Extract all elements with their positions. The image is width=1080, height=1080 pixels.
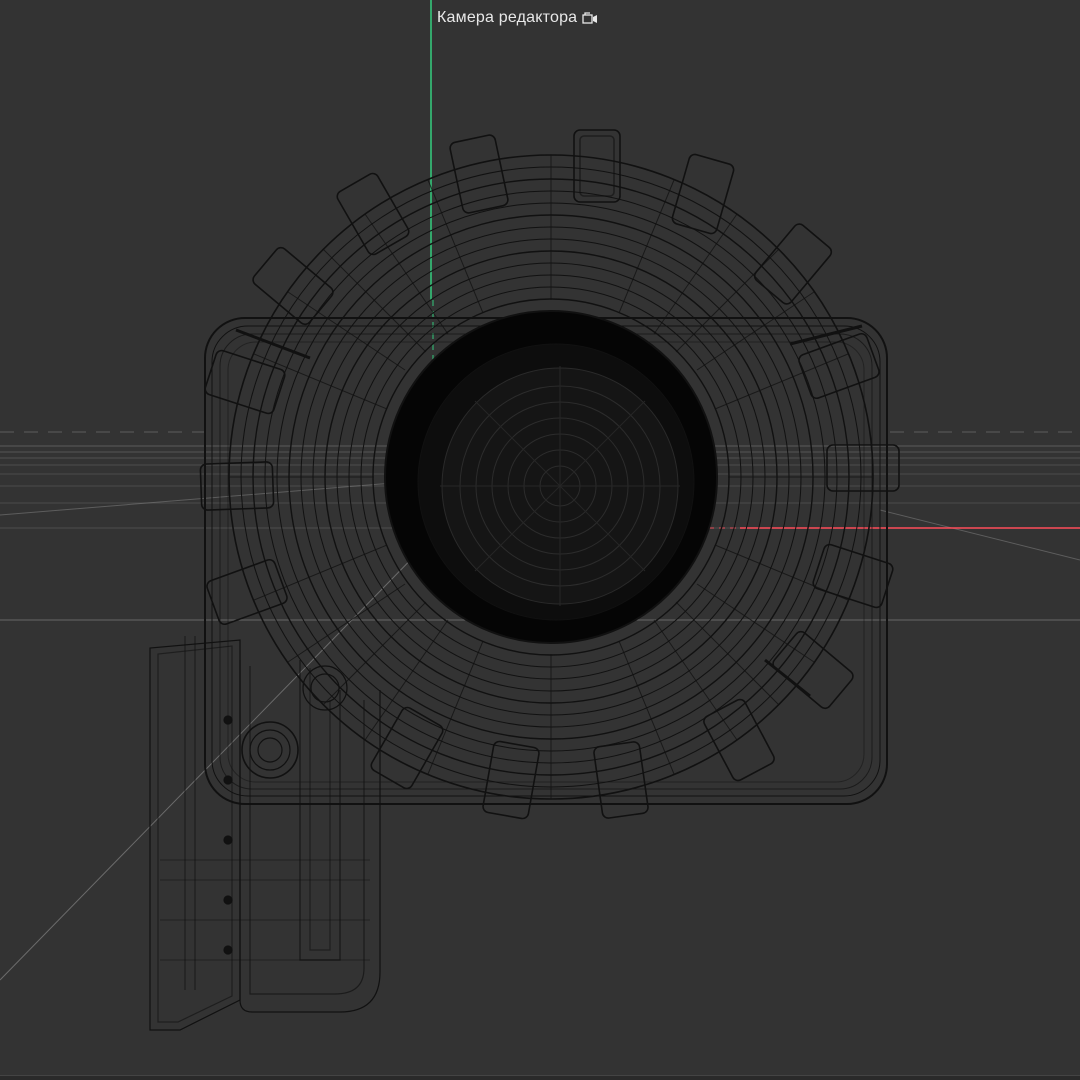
viewport-scene[interactable] <box>0 0 1080 1080</box>
central-hub <box>384 310 718 644</box>
camera-icon[interactable] <box>581 11 599 25</box>
viewport-bottom-border <box>0 1076 1080 1080</box>
editor-camera-label: Камера редактора <box>437 9 578 26</box>
editor-camera-selector[interactable]: Камера редактора <box>437 6 599 30</box>
side-bracket <box>149 636 381 1031</box>
3d-viewport[interactable]: Камера редактора <box>0 0 1080 1080</box>
wireframe-model[interactable] <box>149 129 900 1031</box>
